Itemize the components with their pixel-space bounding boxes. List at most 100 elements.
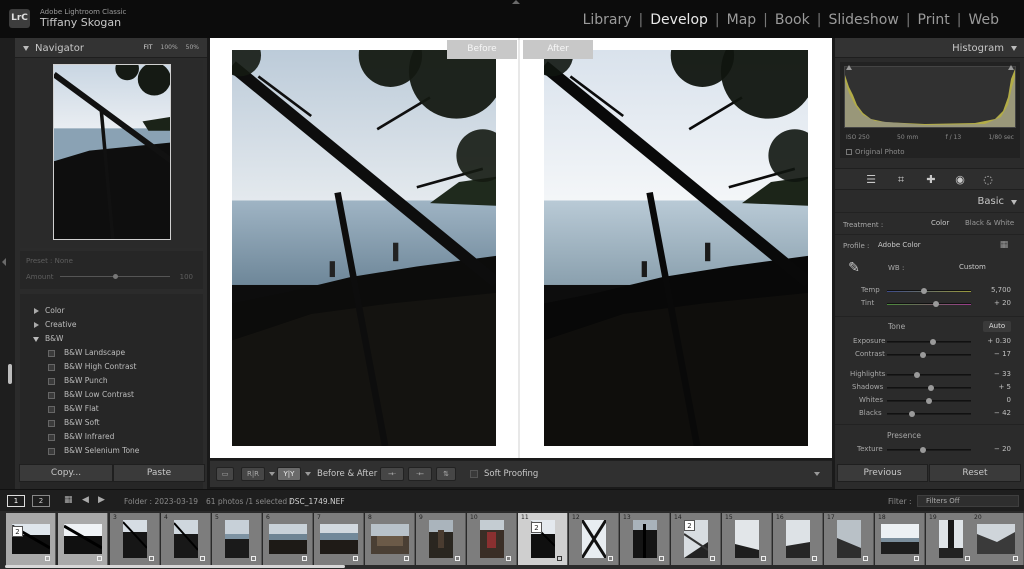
- film-cell[interactable]: 15: [722, 513, 772, 565]
- collapse-icon[interactable]: [1011, 200, 1017, 205]
- preset-item[interactable]: B&W High Contrast: [48, 362, 136, 371]
- module-slideshow[interactable]: Slideshow: [828, 12, 898, 28]
- amount-slider-knob[interactable]: [113, 274, 118, 279]
- exposure-slider-track[interactable]: [887, 341, 971, 343]
- left-panel-toggle-icon[interactable]: [2, 258, 6, 266]
- temp-slider-knob[interactable]: [921, 288, 927, 294]
- blacks-slider-track[interactable]: [887, 413, 971, 415]
- highlight-clipping-icon[interactable]: [1008, 65, 1014, 70]
- swap-button[interactable]: ⇅: [436, 467, 456, 481]
- temp-value[interactable]: 5,700: [985, 286, 1011, 294]
- primary-window-button[interactable]: 1: [7, 495, 25, 507]
- profile-browser-icon[interactable]: ▦: [997, 238, 1011, 252]
- film-cell[interactable]: 3: [110, 513, 160, 565]
- after-tab[interactable]: After: [523, 40, 593, 59]
- crop-icon[interactable]: ⌗: [894, 173, 908, 187]
- back-arrow-icon[interactable]: ◀: [82, 495, 89, 505]
- film-cell[interactable]: 16: [773, 513, 823, 565]
- film-cell[interactable]: 17: [824, 513, 874, 565]
- preset-item[interactable]: B&W Landscape: [48, 348, 125, 357]
- top-panel-toggle-icon[interactable]: [512, 0, 520, 4]
- film-cell[interactable]: 5: [212, 513, 262, 565]
- tint-slider-track[interactable]: [887, 303, 971, 305]
- chevron-down-icon[interactable]: [269, 472, 275, 476]
- texture-value[interactable]: − 20: [985, 445, 1011, 453]
- folder-path[interactable]: Folder : 2023-03-19: [124, 497, 198, 506]
- film-cell[interactable]: [58, 513, 108, 565]
- preset-item[interactable]: B&W Low Contrast: [48, 390, 134, 399]
- texture-slider-track[interactable]: [887, 449, 971, 451]
- temp-slider-track[interactable]: [887, 290, 971, 292]
- blacks-slider-knob[interactable]: [909, 411, 915, 417]
- left-panel-scrollbar[interactable]: [8, 364, 12, 384]
- before-after-yy-button[interactable]: Y|Y: [277, 467, 301, 481]
- film-cell[interactable]: 9: [416, 513, 466, 565]
- eyedropper-icon[interactable]: ✎: [845, 261, 863, 279]
- film-cell[interactable]: 2: [6, 513, 56, 565]
- film-cell[interactable]: 8: [365, 513, 415, 565]
- preset-item[interactable]: B&W Soft: [48, 418, 100, 427]
- shadow-clipping-icon[interactable]: [846, 65, 852, 70]
- film-cell[interactable]: 6: [263, 513, 313, 565]
- blacks-value[interactable]: − 42: [985, 409, 1011, 417]
- whites-slider-knob[interactable]: [926, 398, 932, 404]
- treatment-color-option[interactable]: Color: [931, 219, 949, 227]
- paste-button[interactable]: Paste: [113, 464, 205, 482]
- contrast-slider-knob[interactable]: [920, 352, 926, 358]
- shadows-value[interactable]: + 5: [985, 383, 1011, 391]
- edit-sliders-icon[interactable]: ☰: [864, 173, 878, 187]
- preset-item[interactable]: B&W Punch: [48, 376, 108, 385]
- texture-slider-knob[interactable]: [920, 447, 926, 453]
- highlights-value[interactable]: − 33: [985, 370, 1011, 378]
- before-tab[interactable]: Before: [447, 40, 517, 59]
- preset-group-creative[interactable]: Creative: [34, 320, 76, 329]
- toolbar-menu-chevron-icon[interactable]: [814, 472, 820, 476]
- zoom-50[interactable]: 50%: [186, 44, 199, 51]
- film-cell[interactable]: 12: [569, 513, 619, 565]
- navigator-header[interactable]: Navigator FIT 100% 50%: [15, 38, 207, 58]
- histogram-header[interactable]: Histogram: [835, 38, 1024, 58]
- shadows-slider-knob[interactable]: [928, 385, 934, 391]
- loupe-view-button[interactable]: ▭: [216, 467, 234, 481]
- zoom-100[interactable]: 100%: [161, 44, 178, 51]
- forward-arrow-icon[interactable]: ▶: [98, 495, 105, 505]
- exposure-slider-knob[interactable]: [930, 339, 936, 345]
- selected-filename[interactable]: DSC_1749.NEF: [289, 497, 345, 506]
- profile-select[interactable]: Adobe Color: [878, 241, 921, 249]
- tint-slider-knob[interactable]: [933, 301, 939, 307]
- film-cell[interactable]: 7: [314, 513, 364, 565]
- previous-button[interactable]: Previous: [837, 464, 928, 482]
- preset-item[interactable]: B&W Infrared: [48, 432, 114, 441]
- original-photo-toggle[interactable]: Original Photo: [846, 148, 905, 156]
- reset-button[interactable]: Reset: [929, 464, 1021, 482]
- preset-item[interactable]: B&W Selenium Tone: [48, 446, 139, 455]
- copy-after-to-before-button[interactable]: ·←: [408, 467, 432, 481]
- zoom-fit[interactable]: FIT: [144, 44, 153, 51]
- highlights-slider-track[interactable]: [887, 374, 971, 376]
- tint-value[interactable]: + 20: [985, 299, 1011, 307]
- highlights-slider-knob[interactable]: [914, 372, 920, 378]
- preset-group-bw[interactable]: B&W: [33, 334, 63, 343]
- basic-title[interactable]: Basic: [978, 196, 1004, 207]
- module-map[interactable]: Map: [727, 12, 757, 28]
- film-cell[interactable]: 18: [875, 513, 925, 565]
- module-develop[interactable]: Develop: [650, 12, 708, 28]
- copy-button[interactable]: Copy...: [19, 464, 113, 482]
- film-cell-selected[interactable]: 11 2: [518, 513, 568, 565]
- soft-proofing-checkbox[interactable]: [470, 470, 478, 478]
- chevron-down-icon[interactable]: [305, 472, 311, 476]
- contrast-slider-track[interactable]: [887, 354, 971, 356]
- masking-icon[interactable]: ◌: [981, 173, 995, 187]
- film-cell[interactable]: 4: [161, 513, 211, 565]
- filter-select[interactable]: Filters Off: [917, 495, 1019, 507]
- before-photo[interactable]: [232, 50, 496, 446]
- healing-icon[interactable]: ✚: [924, 173, 938, 187]
- before-after-lr-button[interactable]: R|R: [241, 467, 265, 481]
- module-book[interactable]: Book: [775, 12, 810, 28]
- exposure-value[interactable]: + 0.30: [980, 337, 1011, 345]
- whites-value[interactable]: 0: [985, 396, 1011, 404]
- film-cell[interactable]: 14 2: [671, 513, 721, 565]
- secondary-window-button[interactable]: 2: [32, 495, 50, 507]
- filmstrip-scrollbar[interactable]: [5, 565, 345, 568]
- contrast-value[interactable]: − 17: [985, 350, 1011, 358]
